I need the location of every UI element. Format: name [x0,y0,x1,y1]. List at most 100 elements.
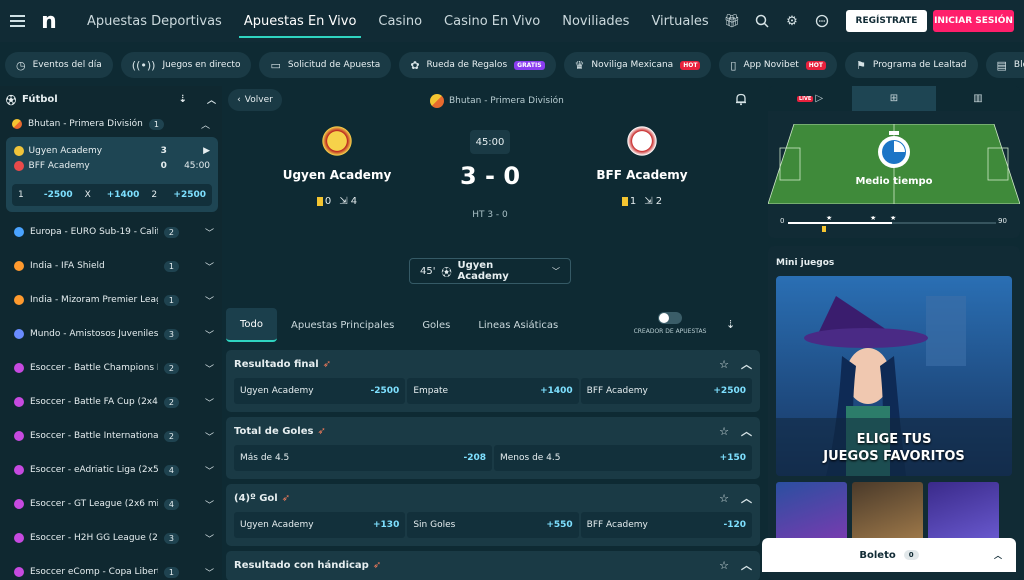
sport-header[interactable]: ⚽︎ Fútbol ⇣ ︿ [0,86,222,112]
league-flag-icon [14,363,24,373]
nav-tab-apuestas-deportivas[interactable]: Apuestas Deportivas [76,0,233,42]
star-icon[interactable]: ☆ [719,358,729,371]
league-count: 1 [163,566,179,578]
star-icon[interactable]: ☆ [719,492,729,505]
home-team-name: Ugyen Academy [28,145,103,156]
chevron-up-icon[interactable]: ︿ [741,423,752,439]
home-crest-icon [14,145,24,156]
novibet-logo[interactable]: n [34,0,64,42]
sidebar-league-item[interactable]: Europa - EURO Sub-19 - Calific... 2 ﹀ [0,215,222,249]
gift-icon[interactable]: 🎁︎ [720,9,744,33]
chevron-up-icon[interactable]: ︿ [741,490,752,506]
odds-button[interactable]: BFF Academy -120 [580,512,752,538]
odd-home-button[interactable]: 1 -2500 [12,190,79,200]
odds-button[interactable]: Sin Goles +550 [407,512,579,538]
away-stats: 1 ⇲ 2 [621,196,662,207]
star-icon[interactable]: ☆ [719,425,729,438]
sidebar-league-item[interactable]: Esoccer - eAdriatic Liga (2x5 ... 4 ﹀ [0,453,222,487]
sidebar-league-item[interactable]: Mundo - Amistosos Juveniles I... 3 ﹀ [0,317,222,351]
pill-noviliga-mexicana[interactable]: ♛ Noviliga Mexicana HOT [563,52,712,78]
odds-button[interactable]: Empate +1400 [407,378,579,404]
menu-icon[interactable] [0,0,34,42]
pin-icon[interactable]: ⇣ [179,94,187,105]
sidebar-league-item[interactable]: Esoccer - Battle Champions L... 2 ﹀ [0,351,222,385]
settings-icon[interactable]: ⚙ [780,9,804,33]
tab-lineas-asiaticas[interactable]: Lineas Asiáticas [464,308,572,342]
bet-builder-toggle[interactable]: CREADOR DE APUESTAS [628,312,712,335]
pill-blog[interactable]: ▤Blog [985,52,1024,78]
league-header[interactable]: Bhutan - Primera División 1 ︿ [0,112,222,136]
pill-eventos-del-dia[interactable]: ◷ Eventos del día [5,52,113,78]
chat-icon[interactable] [810,9,834,33]
event-timeline-select[interactable]: 45' ⚽︎ Ugyen Academy ﹀ [409,258,571,284]
chevron-up-icon[interactable]: ︿ [207,93,216,106]
bet-slip-count: 0 [903,550,919,560]
odds-value: -120 [723,520,746,530]
chevron-up-icon[interactable]: ︿ [741,557,752,573]
search-icon[interactable] [750,9,774,33]
tab-stats[interactable]: ▥ [936,86,1020,111]
home-corners: 4 [350,196,358,207]
sidebar-league-item[interactable]: India - IFA Shield 1 ﹀ [0,249,222,283]
odds-button[interactable]: Más de 4.5 -208 [234,445,492,471]
market-header[interactable]: (4)º Gol ➶ ☆ ︿ [226,484,760,512]
home-score: 3 [160,145,167,156]
sidebar-league-item[interactable]: India - Mizoram Premier Leag... 1 ﹀ [0,283,222,317]
back-button[interactable]: ‹ Volver [228,89,282,111]
pill-app-novibet[interactable]: ▯ App Novibet HOT [719,52,837,78]
tab-pitch[interactable]: ⊞ [852,86,936,111]
home-team-name: Ugyen Academy [282,168,392,182]
odds-button[interactable]: Menos de 4.5 +150 [494,445,752,471]
tab-live-video[interactable]: LIVE ▷ [768,86,852,111]
away-crest-icon [14,160,24,171]
pill-juegos-en-directo[interactable]: ((•)) Juegos en directo [120,52,252,78]
nav-tab-noviliades[interactable]: Noviliades [551,0,640,42]
market-header[interactable]: Resultado con hándicap ➶ ☆ ︿ [226,551,760,579]
odds-button[interactable]: BFF Academy +2500 [580,378,752,404]
live-match-card[interactable]: Ugyen Academy 3 ▶ BFF Academy 0 45:00 1-… [6,137,218,212]
chevron-up-icon: ︿ [994,550,1002,560]
game-thumbnail[interactable] [928,482,999,542]
timeline-start: 0 [780,217,785,225]
odds-button[interactable]: Ugyen Academy -2500 [234,378,406,404]
nav-tab-casino-en-vivo[interactable]: Casino En Vivo [433,0,551,42]
market-header[interactable]: Resultado final ➶ ☆ ︿ [226,350,760,378]
sidebar-league-item[interactable]: Esoccer - H2H GG League (2x4... 3 ﹀ [0,521,222,555]
bet-slip-bar[interactable]: Boleto 0 ︿ [762,538,1016,572]
pill-solicitud-de-apuesta[interactable]: ▭ Solicitud de Apuesta [259,52,392,78]
market-header[interactable]: Total de Goles ➶ ☆ ︿ [226,417,760,445]
game-thumbnail[interactable] [776,482,847,542]
nav-tab-casino[interactable]: Casino [367,0,433,42]
mini-games-banner[interactable]: ELIGE TUS JUEGOS FAVORITOS [776,276,1012,476]
pitch-icon: ⊞ [889,93,899,104]
nav-tab-apuestas-en-vivo[interactable]: Apuestas En Vivo [233,0,368,42]
pill-programa-de-lealtad[interactable]: ⚑ Programa de Lealtad [845,52,978,78]
tab-todo[interactable]: Todo [226,308,277,342]
tab-goles[interactable]: Goles [408,308,464,342]
video-icon: ▷ [815,93,824,104]
tab-apuestas-principales[interactable]: Apuestas Principales [277,308,408,342]
odd-away-button[interactable]: 2 +2500 [145,190,212,200]
chevron-up-icon[interactable]: ︿ [201,118,210,131]
away-crest-icon [625,124,659,158]
pill-rueda-de-regalos[interactable]: ✿ Rueda de Regalos GRATIS [399,52,556,78]
sidebar-league-item[interactable]: Esoccer eComp - Copa Liberta... 1 ﹀ [0,555,222,580]
video-icon[interactable]: ▶ [172,146,210,156]
sidebar-league-item[interactable]: Esoccer - Battle FA Cup (2x4 ... 2 ﹀ [0,385,222,419]
register-button[interactable]: REGÍSTRATE [846,10,927,32]
nav-tab-virtuales[interactable]: Virtuales [640,0,719,42]
league-flag-icon [14,295,24,305]
odds-button[interactable]: Ugyen Academy +130 [234,512,406,538]
toggle-switch[interactable] [658,312,682,324]
game-thumbnail[interactable] [852,482,923,542]
chevron-up-icon[interactable]: ︿ [741,356,752,372]
login-button[interactable]: INICIAR SESIÓN [933,10,1014,32]
sidebar-league-item[interactable]: Esoccer - GT League (2x6 min... 4 ﹀ [0,487,222,521]
away-team-name: BFF Academy [596,168,688,182]
sidebar-league-item[interactable]: Esoccer - Battle International ... 2 ﹀ [0,419,222,453]
star-icon[interactable]: ☆ [719,559,729,572]
odd-draw-button[interactable]: X +1400 [79,190,146,200]
pin-icon[interactable]: ⇣ [726,318,735,331]
market-row: Más de 4.5 -208 Menos de 4.5 +150 [234,445,752,471]
bell-icon[interactable] [734,92,748,110]
